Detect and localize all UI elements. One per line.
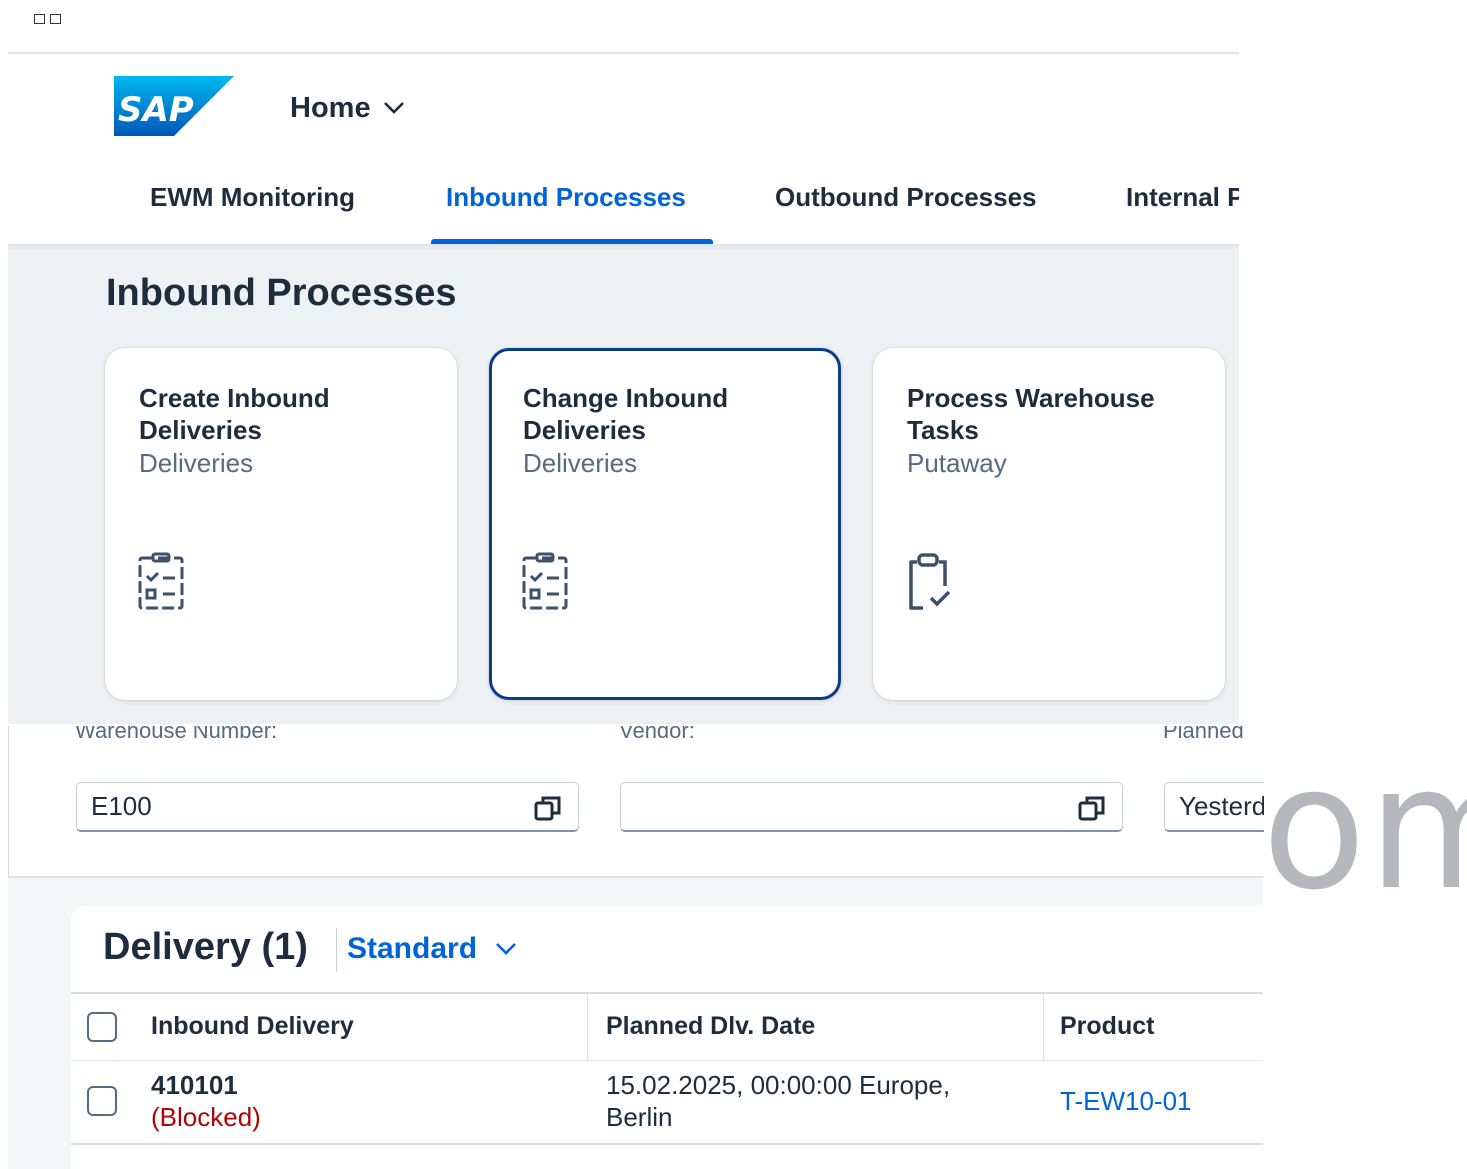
tile-process-warehouse-tasks[interactable]: Process Warehouse Tasks Putaway [873, 348, 1225, 700]
home-menu-button[interactable]: Home [290, 88, 405, 128]
chevron-down-icon [383, 102, 404, 114]
table-row[interactable]: 410101 (Blocked) 15.02.2025, 00:00:00 Eu… [71, 1059, 1263, 1145]
delivery-status: (Blocked) [151, 1102, 261, 1132]
tile-change-inbound-deliveries[interactable]: Change Inbound Deliveries Deliveries [489, 348, 841, 700]
column-divider [1043, 994, 1044, 1060]
column-divider [587, 994, 588, 1060]
inbound-delivery-number: 410101 [151, 1070, 238, 1100]
chevron-down-icon [496, 943, 516, 955]
filter-bar: Warehouse Number: Vendor: Planned E100 Y… [8, 726, 1264, 878]
column-header-planned-date[interactable]: Planned Dlv. Date [606, 1012, 815, 1041]
planned-date-line1: 15.02.2025, 00:00:00 Europe, [606, 1070, 951, 1100]
tile-title: Process Warehouse Tasks [907, 383, 1155, 445]
table-header-row: Inbound Delivery Planned Dlv. Date Produ… [71, 992, 1263, 1061]
clipboard-check-icon [909, 553, 951, 610]
product-link[interactable]: T-EW10-01 [1060, 1085, 1192, 1117]
tile-create-inbound-deliveries[interactable]: Create Inbound Deliveries Deliveries [105, 348, 457, 700]
value-help-icon[interactable] [534, 795, 562, 821]
tab-outbound-processes[interactable]: Outbound Processes [775, 182, 1037, 213]
tile-subtitle: Putaway [907, 448, 1007, 478]
filter-label-warehouse: Warehouse Number: [75, 726, 278, 743]
variant-management-button[interactable]: Standard [347, 932, 517, 966]
tab-ewm-monitoring[interactable]: EWM Monitoring [150, 182, 355, 213]
vendor-input[interactable] [620, 782, 1123, 832]
warehouse-number-value: E100 [91, 791, 152, 821]
tab-internal-processes[interactable]: Internal Processes [1126, 182, 1239, 213]
variant-label: Standard [347, 932, 478, 965]
home-label: Home [290, 91, 371, 124]
row-checkbox[interactable] [87, 1086, 117, 1116]
planned-date-value: Yesterday [1179, 791, 1264, 821]
planned-date-line2: Berlin [606, 1102, 673, 1132]
window-icon [34, 14, 64, 26]
section-title: Inbound Processes [106, 272, 457, 314]
watermark: om [1262, 730, 1467, 928]
select-all-checkbox[interactable] [87, 1012, 117, 1042]
tab-inbound-processes[interactable]: Inbound Processes [446, 182, 686, 213]
checklist-icon [522, 552, 568, 610]
value-help-icon[interactable] [1078, 795, 1106, 821]
planned-date-select[interactable]: Yesterday [1164, 782, 1264, 832]
tab-bar: EWM Monitoring Inbound Processes Outboun… [8, 162, 1239, 244]
column-header-inbound-delivery[interactable]: Inbound Delivery [151, 1012, 354, 1041]
filter-label-planned: Planned [1163, 726, 1244, 743]
table-title: Delivery (1) [103, 926, 308, 968]
delivery-table: Delivery (1) Standard Inbound Delivery P… [71, 906, 1263, 1169]
divider [8, 52, 1239, 54]
tile-subtitle: Deliveries [139, 448, 254, 478]
sap-logo: SAP [114, 76, 234, 136]
warehouse-number-input[interactable]: E100 [76, 782, 579, 832]
svg-text:SAP: SAP [118, 90, 194, 130]
tile-subtitle: Deliveries [523, 448, 638, 478]
title-separator [336, 928, 337, 972]
column-header-product[interactable]: Product [1060, 1012, 1154, 1041]
filter-label-vendor: Vendor: [619, 726, 695, 743]
tile-title: Create Inbound Deliveries [139, 383, 330, 445]
tile-title: Change Inbound Deliveries [523, 383, 729, 445]
tabbar-shadow [8, 244, 1239, 250]
checklist-icon [138, 552, 184, 610]
